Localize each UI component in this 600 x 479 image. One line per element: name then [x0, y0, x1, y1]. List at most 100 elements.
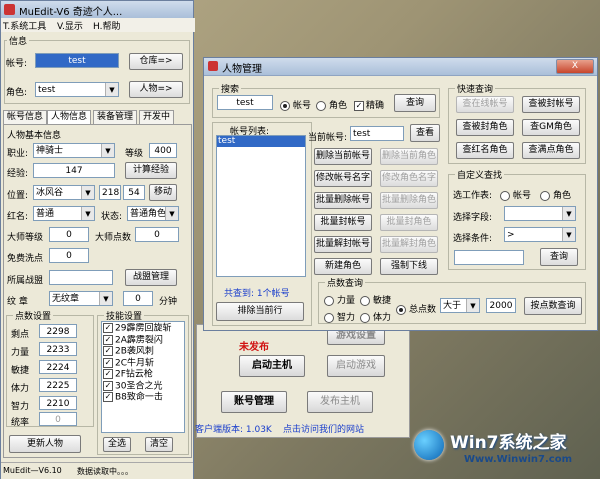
radio-account[interactable]: 帐号: [280, 98, 311, 111]
delete-current-account-button[interactable]: 删除当前帐号: [314, 148, 372, 165]
tab-account-info[interactable]: 帐号信息: [3, 110, 48, 124]
account-field[interactable]: test: [35, 53, 119, 68]
menu-system-tools[interactable]: T.系统工具: [3, 19, 46, 32]
tab-character-info[interactable]: 人物信息: [47, 110, 92, 124]
checkbox-checked-icon[interactable]: ✓: [103, 357, 113, 368]
query-red-name-roles-button[interactable]: 查红名角色: [456, 142, 514, 159]
warehouse-button[interactable]: 仓库=>: [129, 53, 183, 70]
points-radio-intelligence[interactable]: 智力: [324, 310, 355, 323]
skill-item[interactable]: ✓ 2B袭风刺: [102, 346, 184, 358]
query-banned-roles-button[interactable]: 查被封角色: [456, 119, 514, 136]
checkbox-checked-icon[interactable]: ✓: [103, 334, 113, 345]
rename-account-button[interactable]: 修改帐号名字: [314, 170, 372, 187]
rename-role-button[interactable]: 修改角色名字: [380, 170, 438, 187]
batch-unban-accounts-button[interactable]: 批量解封帐号: [314, 236, 372, 253]
menu-view[interactable]: V.显示: [57, 19, 83, 32]
close-icon[interactable]: X: [556, 59, 594, 74]
stat-field[interactable]: 2233: [39, 342, 77, 356]
visit-site-link[interactable]: 点击访问我们的网站: [283, 422, 364, 435]
query-max-points-roles-button[interactable]: 查满点角色: [522, 142, 580, 159]
custom-query-button[interactable]: 查询: [540, 248, 578, 266]
tab-in-development[interactable]: 开发中: [139, 110, 175, 124]
account-list[interactable]: test: [216, 135, 306, 277]
stat-field[interactable]: 2224: [39, 360, 77, 374]
guild-field[interactable]: [49, 270, 113, 285]
custom-radio-role[interactable]: 角色: [540, 188, 571, 201]
batch-delete-roles-button[interactable]: 批量删除角色: [380, 192, 438, 209]
skill-item[interactable]: ✓ 30圣合之光: [102, 380, 184, 393]
points-query-button[interactable]: 按点数查询: [524, 297, 582, 315]
custom-radio-account[interactable]: 帐号: [500, 188, 531, 201]
query-banned-accounts-button[interactable]: 查被封帐号: [522, 96, 580, 113]
skill-item[interactable]: ✓ B8致命一击: [102, 392, 184, 404]
batch-unban-roles-button[interactable]: 批量解封角色: [380, 236, 438, 253]
points-radio-strength[interactable]: 力量: [324, 293, 355, 306]
free-wash-field[interactable]: 0: [49, 248, 89, 263]
new-role-button[interactable]: 新建角色: [314, 258, 372, 275]
current-account-field[interactable]: test: [350, 126, 404, 141]
condition-select[interactable]: > ▼: [504, 227, 576, 242]
state-select[interactable]: 普通角色 ▼: [127, 206, 179, 221]
skill-item[interactable]: ✓ 29霹雳回旋斩: [102, 323, 184, 335]
stat-field[interactable]: 2210: [39, 396, 77, 410]
points-radio-vitality[interactable]: 体力: [360, 310, 391, 323]
points-radio-agility[interactable]: 敏捷: [360, 293, 391, 306]
start-host-button[interactable]: 启动主机: [239, 355, 305, 377]
exact-checkbox[interactable]: ✓ 精确: [354, 98, 384, 111]
checkbox-checked-icon[interactable]: ✓: [103, 380, 113, 391]
skill-item[interactable]: ✓ 2C牛月斩: [102, 357, 184, 370]
red-name-select[interactable]: 普通 ▼: [33, 206, 95, 221]
pos-y-field[interactable]: 54: [123, 185, 145, 200]
role-select[interactable]: test ▼: [35, 82, 119, 97]
view-button[interactable]: 查看: [410, 124, 440, 142]
field-select[interactable]: ▼: [504, 206, 576, 221]
exp-field[interactable]: 147: [33, 163, 115, 178]
search-input[interactable]: test: [217, 95, 273, 110]
exclude-current-row-button[interactable]: 排除当前行: [216, 302, 304, 321]
class-select[interactable]: 神骑士 ▼: [33, 143, 115, 158]
master-points-field[interactable]: 0: [135, 227, 179, 242]
delete-current-role-button[interactable]: 删除当前角色: [380, 148, 438, 165]
guild-management-button[interactable]: 战盟管理: [125, 269, 177, 286]
checkbox-checked-icon[interactable]: ✓: [103, 346, 113, 356]
list-item[interactable]: test: [217, 136, 305, 147]
skill-item[interactable]: ✓ 2F钻云枪: [102, 369, 184, 381]
pos-x-field[interactable]: 218: [99, 185, 121, 200]
clear-button[interactable]: 清空: [145, 437, 173, 452]
skills-list[interactable]: ✓ 29霹雳回旋斩 ✓ 2A霹雳裂闪 ✓ 2B袭风刺 ✓ 2C牛月斩 ✓ 2F钻云枪 ✓ 3…: [101, 321, 185, 433]
move-button[interactable]: 移动: [149, 184, 177, 201]
map-select[interactable]: 冰风谷 ▼: [33, 185, 95, 200]
batch-delete-accounts-button[interactable]: 批量删除帐号: [314, 192, 372, 209]
character-button[interactable]: 人物=>: [129, 81, 183, 98]
start-game-button[interactable]: 启动游戏: [327, 355, 385, 377]
query-online-accounts-button[interactable]: 查在线帐号: [456, 96, 514, 113]
stat-field[interactable]: 2298: [39, 324, 77, 338]
badge-minutes-field[interactable]: 0: [123, 291, 153, 306]
checkbox-checked-icon[interactable]: ✓: [103, 369, 113, 379]
calculate-exp-button[interactable]: 计算经验: [125, 162, 177, 179]
points-radio-total[interactable]: 总点数: [396, 302, 436, 315]
batch-ban-roles-button[interactable]: 批量封角色: [380, 214, 438, 231]
account-management-button[interactable]: 账号管理: [221, 391, 287, 413]
badge-select[interactable]: 无纹章 ▼: [49, 291, 113, 306]
stat-field[interactable]: 0: [39, 412, 77, 426]
custom-value-input[interactable]: [454, 250, 524, 265]
query-gm-roles-button[interactable]: 查GM角色: [522, 119, 580, 136]
batch-ban-accounts-button[interactable]: 批量封帐号: [314, 214, 372, 231]
points-value-input[interactable]: 2000: [486, 298, 516, 313]
update-character-button[interactable]: 更新人物: [9, 435, 81, 453]
menu-help[interactable]: H.帮助: [93, 19, 120, 32]
compare-select[interactable]: 大于 ▼: [440, 298, 480, 313]
level-field[interactable]: 400: [149, 143, 177, 158]
stat-field[interactable]: 2225: [39, 378, 77, 392]
skill-item[interactable]: ✓ 2A霹雳裂闪: [102, 334, 184, 347]
tab-equipment[interactable]: 装备管理: [93, 110, 138, 124]
force-offline-button[interactable]: 强制下线: [380, 258, 438, 275]
publish-host-button[interactable]: 发布主机: [307, 391, 373, 413]
select-all-button[interactable]: 全选: [103, 437, 131, 452]
checkbox-checked-icon[interactable]: ✓: [103, 392, 113, 402]
master-level-field[interactable]: 0: [49, 227, 89, 242]
checkbox-checked-icon[interactable]: ✓: [103, 323, 113, 333]
search-query-button[interactable]: 查询: [394, 94, 436, 112]
radio-role[interactable]: 角色: [316, 98, 347, 111]
